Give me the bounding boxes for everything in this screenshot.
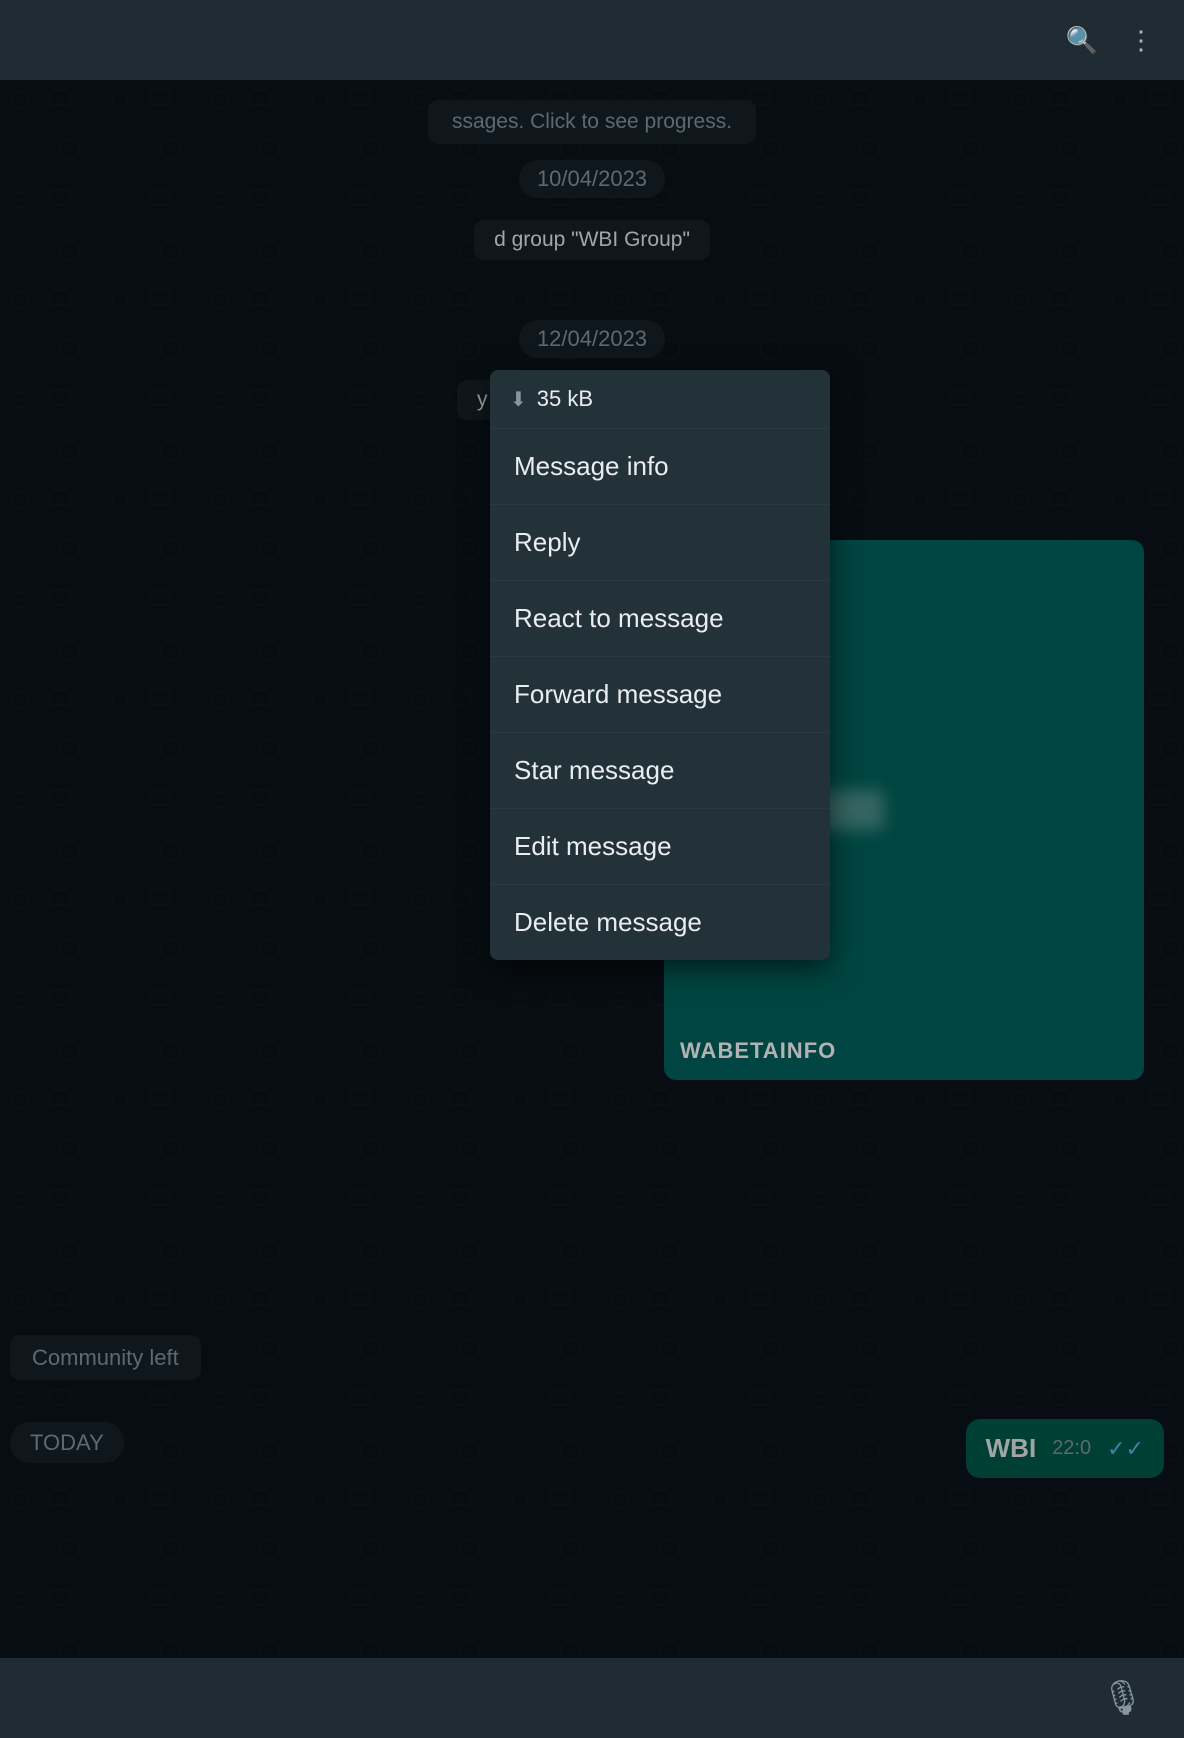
bottom-bar: 🎙 bbox=[0, 1658, 1184, 1738]
chat-area: ssages. Click to see progress. 10/04/202… bbox=[0, 80, 1184, 1658]
context-menu: ⬇ 35 kB Message info Reply React to mess… bbox=[490, 370, 830, 960]
context-menu-item-message-info[interactable]: Message info bbox=[490, 429, 830, 505]
context-menu-item-star-message[interactable]: Star message bbox=[490, 733, 830, 809]
context-menu-item-react-to-message[interactable]: React to message bbox=[490, 581, 830, 657]
microphone-icon[interactable]: 🎙 bbox=[1101, 1678, 1144, 1718]
header-bar: 🔍 ⋮ bbox=[0, 0, 1184, 80]
context-menu-item-edit-message[interactable]: Edit message bbox=[490, 809, 830, 885]
menu-icon[interactable]: ⋮ bbox=[1128, 25, 1154, 56]
download-icon: ⬇ bbox=[510, 387, 527, 412]
context-menu-header: ⬇ 35 kB bbox=[490, 370, 830, 429]
file-size-label: 35 kB bbox=[537, 386, 593, 412]
context-menu-item-delete-message[interactable]: Delete message bbox=[490, 885, 830, 960]
context-menu-item-forward-message[interactable]: Forward message bbox=[490, 657, 830, 733]
context-menu-item-reply[interactable]: Reply bbox=[490, 505, 830, 581]
search-icon[interactable]: 🔍 bbox=[1066, 25, 1098, 56]
